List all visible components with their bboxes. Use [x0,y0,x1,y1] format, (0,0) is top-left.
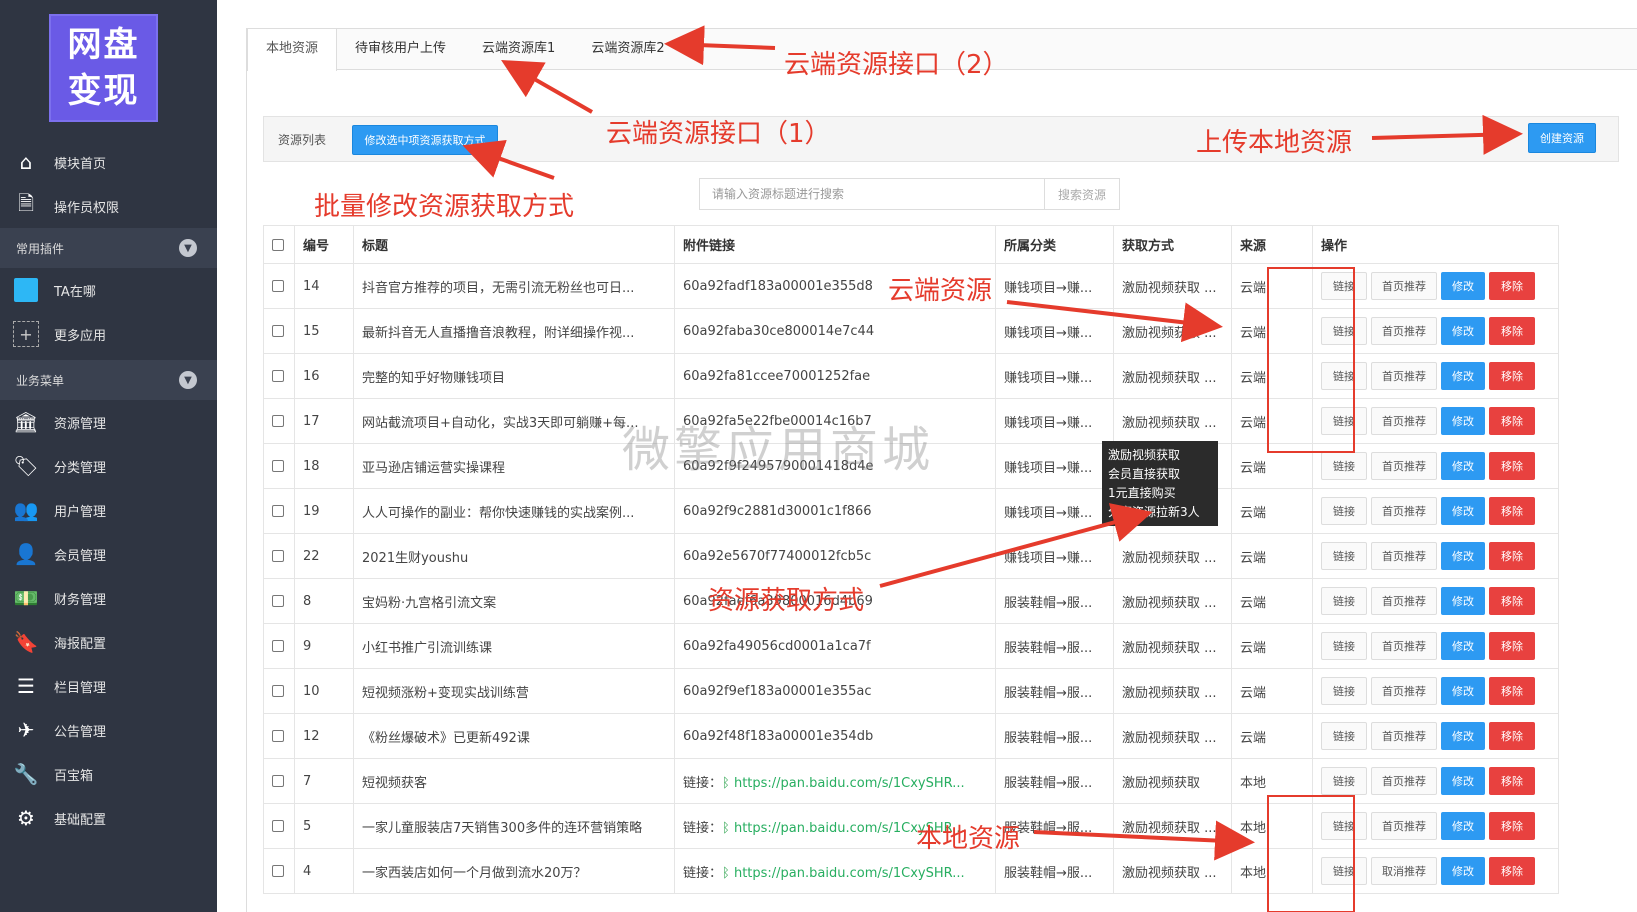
annotation-arrow [664,25,776,66]
annotation-arrow [462,139,555,180]
annotation-arrow [879,503,1153,588]
annotation-arrow [501,60,593,114]
annotation-upload-local: 上传本地资源 [1196,128,1353,158]
annotation-bulk-modify: 批量修改资源获取方式 [314,192,575,222]
cloud-source-highlight [1267,267,1355,453]
annotation-cloud-api-1: 云端资源接口（1） [606,119,831,149]
annotation-cloud-resource: 云端资源 [888,276,993,306]
annotation-local-resource: 本地资源 [916,824,1021,854]
annotation-cloud-api-2: 云端资源接口（2） [784,50,1009,80]
local-source-highlight [1267,795,1355,912]
annotation-arrow [1006,300,1223,343]
annotation-arrow [1033,820,1255,861]
annotation-arrow [1371,114,1523,155]
annotation-get-method: 资源获取方式 [708,586,865,616]
